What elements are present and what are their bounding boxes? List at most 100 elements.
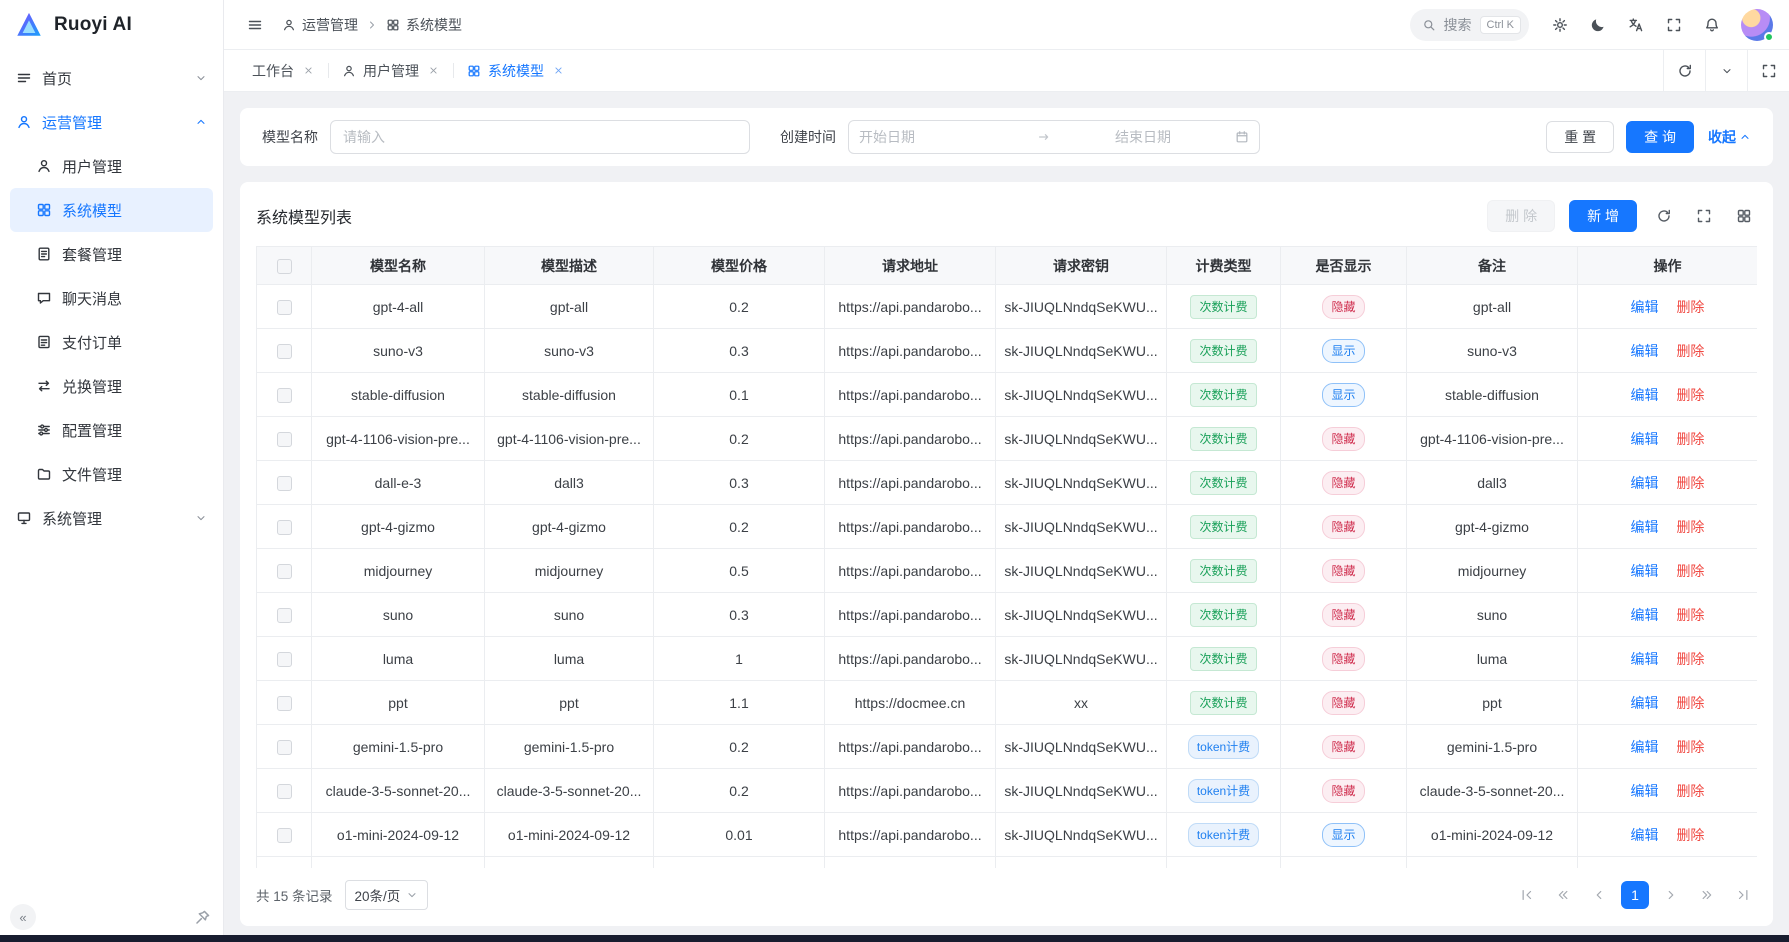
row-checkbox[interactable] <box>277 784 292 799</box>
table-row: gpt-4-1106-vision-pre... gpt-4-1106-visi… <box>257 417 1758 461</box>
sidebar-subitem[interactable]: 系统模型 <box>10 188 213 232</box>
language-button[interactable] <box>1621 10 1651 40</box>
sidebar-item-home[interactable]: 首页 <box>0 56 223 100</box>
last-page-button[interactable] <box>1729 881 1757 909</box>
delete-link[interactable]: 删除 <box>1676 651 1704 667</box>
row-checkbox[interactable] <box>277 344 292 359</box>
delete-link[interactable]: 删除 <box>1676 299 1704 315</box>
row-checkbox[interactable] <box>277 564 292 579</box>
sidebar-subitem[interactable]: 配置管理 <box>10 408 213 452</box>
delete-link[interactable]: 删除 <box>1676 783 1704 799</box>
sidebar-subitem[interactable]: 兑换管理 <box>10 364 213 408</box>
edit-link[interactable]: 编辑 <box>1631 695 1659 711</box>
edit-link[interactable]: 编辑 <box>1631 519 1659 535</box>
logo[interactable]: Ruoyi AI <box>0 0 223 50</box>
tab-system-model[interactable]: 系统模型 <box>453 50 578 91</box>
refresh-tab-button[interactable] <box>1663 50 1705 91</box>
close-icon[interactable] <box>428 65 439 76</box>
sidebar-subitem[interactable]: 聊天消息 <box>10 276 213 320</box>
edit-link[interactable]: 编辑 <box>1631 475 1659 491</box>
fullscreen-button[interactable] <box>1659 10 1689 40</box>
sidebar-item-operations[interactable]: 运营管理 <box>0 100 223 144</box>
edit-link[interactable]: 编辑 <box>1631 431 1659 447</box>
sidebar-subitem[interactable]: 支付订单 <box>10 320 213 364</box>
cell-remark: gpt-4-1106-vision-pre... <box>1407 417 1578 461</box>
delete-link[interactable]: 删除 <box>1676 563 1704 579</box>
system-icon <box>16 510 32 526</box>
row-checkbox[interactable] <box>277 476 292 491</box>
column-settings-button[interactable] <box>1731 203 1757 229</box>
tab-options-button[interactable] <box>1705 50 1747 91</box>
page-1-button[interactable]: 1 <box>1621 881 1649 909</box>
page-size-select[interactable]: 20条/页 <box>345 880 429 910</box>
billing-type-tag: token计费 <box>1188 779 1259 803</box>
reset-button[interactable]: 重 置 <box>1546 121 1614 153</box>
delete-link[interactable]: 删除 <box>1676 519 1704 535</box>
row-checkbox[interactable] <box>277 608 292 623</box>
add-button[interactable]: 新 增 <box>1569 200 1637 232</box>
collapse-filter-link[interactable]: 收起 <box>1708 127 1751 147</box>
edit-link[interactable]: 编辑 <box>1631 651 1659 667</box>
sidebar-subitem[interactable]: 套餐管理 <box>10 232 213 276</box>
content-fullscreen-button[interactable] <box>1747 50 1789 91</box>
hamburger-button[interactable] <box>240 10 270 40</box>
table-fullscreen-button[interactable] <box>1691 203 1717 229</box>
tab-workbench[interactable]: 工作台 <box>238 50 328 91</box>
end-date-input[interactable] <box>1057 129 1229 145</box>
jump-forward-button[interactable] <box>1693 881 1721 909</box>
sidebar-subitem[interactable]: 用户管理 <box>10 144 213 188</box>
batch-delete-button[interactable]: 删 除 <box>1487 200 1555 232</box>
close-icon[interactable] <box>303 65 314 76</box>
sidebar-collapse-button[interactable]: « <box>10 904 36 930</box>
sidebar-subitem[interactable]: 文件管理 <box>10 452 213 496</box>
select-all-checkbox[interactable] <box>277 259 292 274</box>
delete-link[interactable]: 删除 <box>1676 827 1704 843</box>
start-date-input[interactable] <box>859 129 1031 145</box>
tab-user-management[interactable]: 用户管理 <box>328 50 453 91</box>
breadcrumb-system-model[interactable]: 系统模型 <box>386 15 462 35</box>
delete-link[interactable]: 删除 <box>1676 695 1704 711</box>
cell-remark: dall3 <box>1407 461 1578 505</box>
row-checkbox[interactable] <box>277 300 292 315</box>
close-icon[interactable] <box>553 65 564 76</box>
edit-link[interactable]: 编辑 <box>1631 827 1659 843</box>
query-button[interactable]: 查 询 <box>1626 121 1694 153</box>
refresh-table-button[interactable] <box>1651 203 1677 229</box>
row-checkbox[interactable] <box>277 432 292 447</box>
edit-link[interactable]: 编辑 <box>1631 343 1659 359</box>
delete-link[interactable]: 删除 <box>1676 343 1704 359</box>
model-name-input[interactable] <box>330 120 750 154</box>
row-checkbox[interactable] <box>277 696 292 711</box>
sidebar-item-system[interactable]: 系统管理 <box>0 496 223 540</box>
row-checkbox[interactable] <box>277 740 292 755</box>
settings-button[interactable] <box>1545 10 1575 40</box>
date-range-input[interactable] <box>848 120 1260 154</box>
edit-link[interactable]: 编辑 <box>1631 739 1659 755</box>
cell-model-desc: stable-diffusion <box>485 373 654 417</box>
first-page-button[interactable] <box>1513 881 1541 909</box>
breadcrumb-operations[interactable]: 运营管理 <box>282 15 358 35</box>
delete-link[interactable]: 删除 <box>1676 607 1704 623</box>
row-checkbox[interactable] <box>277 388 292 403</box>
delete-link[interactable]: 删除 <box>1676 431 1704 447</box>
edit-link[interactable]: 编辑 <box>1631 563 1659 579</box>
prev-page-button[interactable] <box>1585 881 1613 909</box>
notifications-button[interactable] <box>1697 10 1727 40</box>
next-page-button[interactable] <box>1657 881 1685 909</box>
delete-link[interactable]: 删除 <box>1676 387 1704 403</box>
edit-link[interactable]: 编辑 <box>1631 387 1659 403</box>
avatar[interactable] <box>1741 9 1773 41</box>
edit-link[interactable]: 编辑 <box>1631 607 1659 623</box>
row-checkbox[interactable] <box>277 828 292 843</box>
delete-link[interactable]: 删除 <box>1676 475 1704 491</box>
cell-model-price: 0.3 <box>654 593 825 637</box>
pin-sidebar-button[interactable] <box>194 909 211 926</box>
delete-link[interactable]: 删除 <box>1676 739 1704 755</box>
row-checkbox[interactable] <box>277 652 292 667</box>
theme-toggle-button[interactable] <box>1583 10 1613 40</box>
row-checkbox[interactable] <box>277 520 292 535</box>
edit-link[interactable]: 编辑 <box>1631 783 1659 799</box>
search-input[interactable]: 搜索 Ctrl K <box>1410 9 1530 41</box>
edit-link[interactable]: 编辑 <box>1631 299 1659 315</box>
jump-back-button[interactable] <box>1549 881 1577 909</box>
